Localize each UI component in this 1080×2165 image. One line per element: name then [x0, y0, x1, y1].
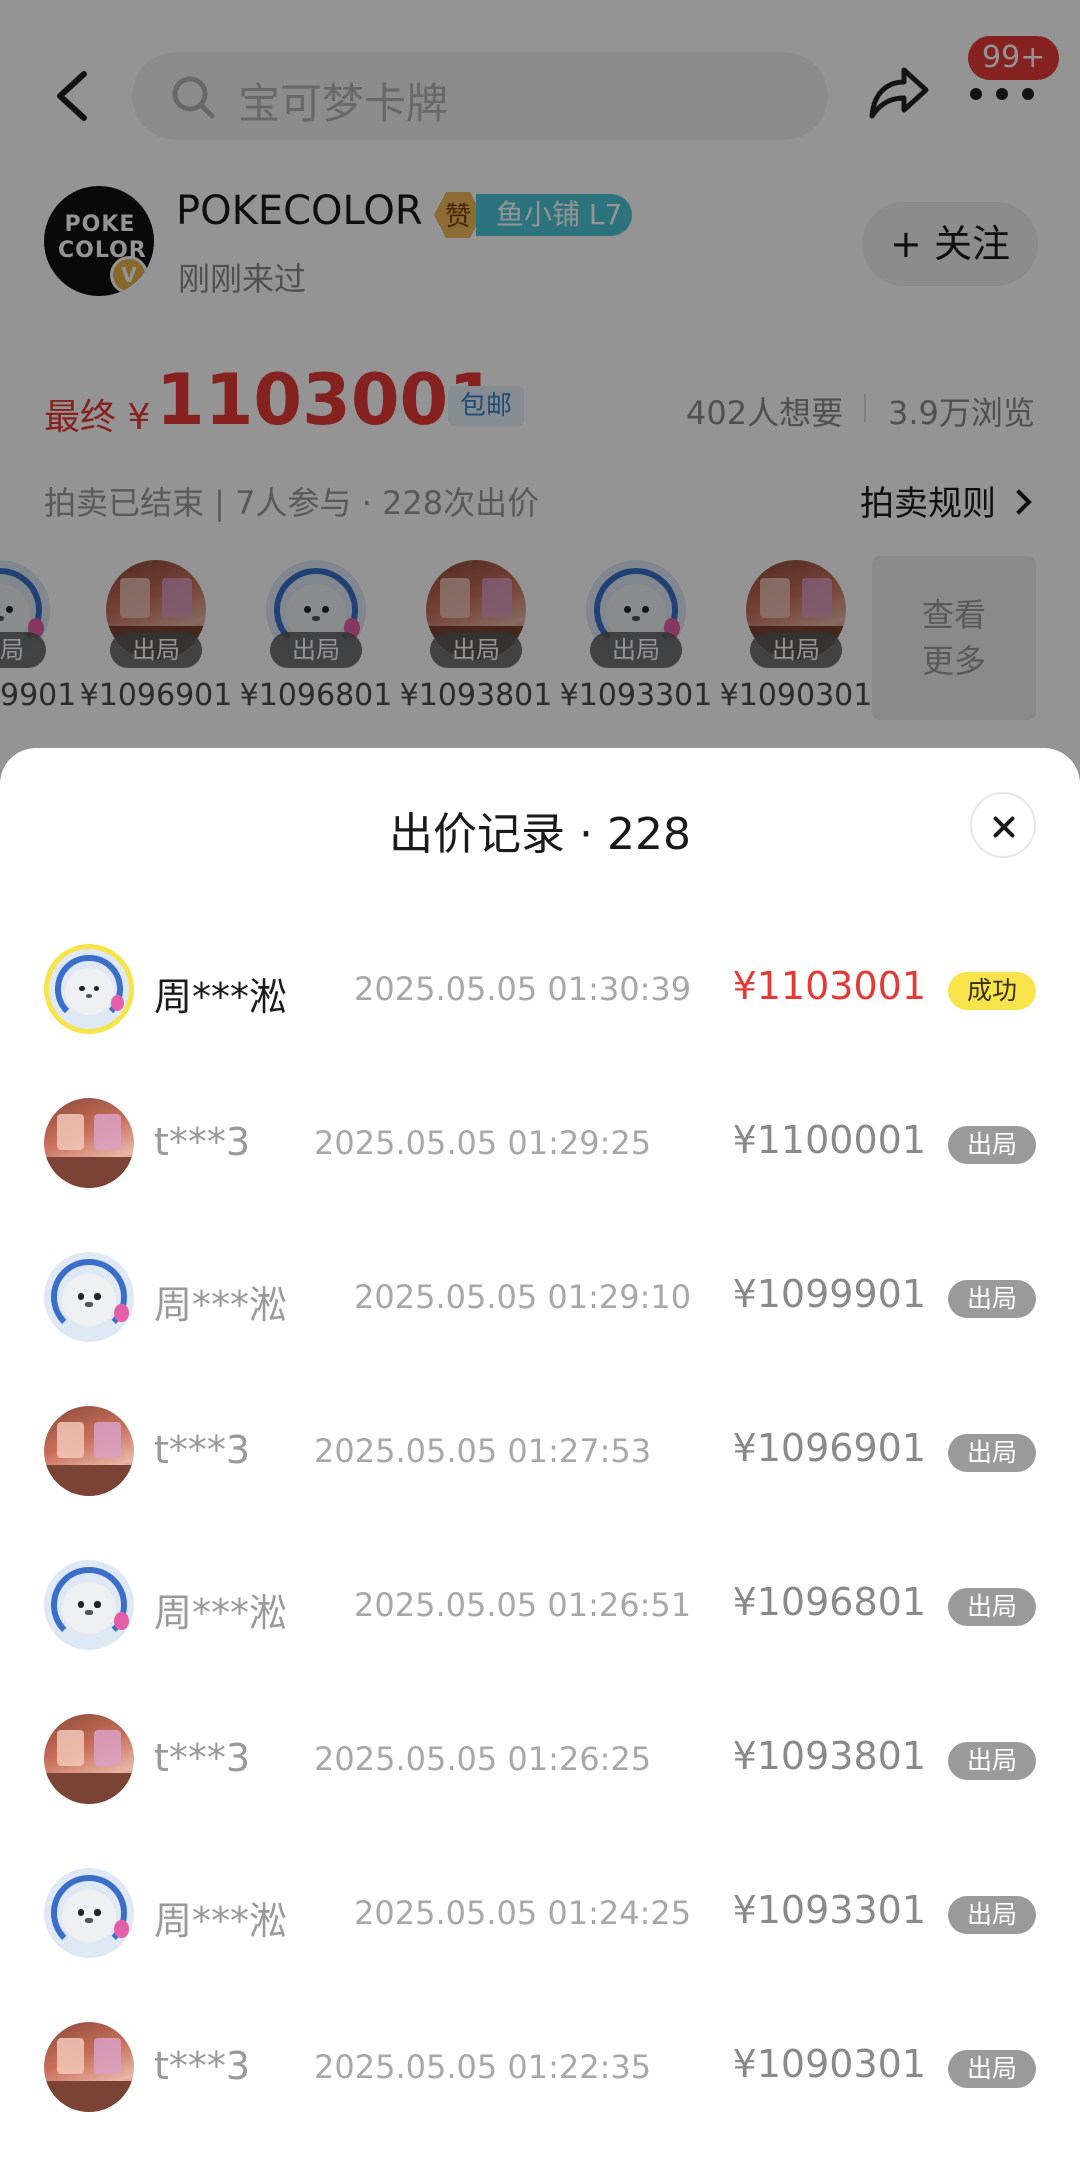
- bid-amount: ¥1090301: [732, 2042, 926, 2086]
- bid-amount: ¥1093801: [732, 1734, 926, 1778]
- bidder-avatar: [44, 1714, 134, 1804]
- bid-time: 2025.05.05 01:29:25: [314, 1124, 652, 1162]
- bid-time: 2025.05.05 01:27:53: [314, 1432, 652, 1470]
- bid-amount: ¥1099901: [732, 1272, 926, 1316]
- bid-amount: ¥1100001: [732, 1118, 926, 1162]
- bid-amount: ¥1096901: [732, 1426, 926, 1470]
- bid-amount: ¥1096801: [732, 1580, 926, 1624]
- status-badge: 出局: [948, 1126, 1036, 1164]
- status-badge: 出局: [948, 1742, 1036, 1780]
- bidder-name: 周***淞: [154, 975, 288, 1019]
- bid-row[interactable]: t***3 2025.05.05 01:26:25 ¥1093801 出局: [0, 1684, 1080, 1838]
- bid-time: 2025.05.05 01:26:25: [314, 1740, 652, 1778]
- bid-amount: ¥1103001: [732, 964, 926, 1008]
- bid-row[interactable]: 周***淞 2025.05.05 01:29:10 ¥1099901 出局: [0, 1222, 1080, 1376]
- sheet-title: 出价记录 · 228: [389, 809, 691, 860]
- bidder-avatar: [44, 1560, 134, 1650]
- bid-time: 2025.05.05 01:30:39: [354, 970, 692, 1008]
- bidder-name: 周***淞: [154, 1591, 288, 1635]
- bid-time: 2025.05.05 01:26:51: [354, 1586, 692, 1624]
- bidder-avatar: [44, 1098, 134, 1188]
- bid-row[interactable]: 周***淞 2025.05.05 01:26:51 ¥1096801 出局: [0, 1530, 1080, 1684]
- status-badge: 出局: [948, 1588, 1036, 1626]
- bidder-avatar: [44, 1252, 134, 1342]
- status-badge: 成功: [948, 972, 1036, 1010]
- close-button[interactable]: [970, 792, 1036, 858]
- bid-time: 2025.05.05 01:24:25: [354, 1894, 692, 1932]
- bid-amount: ¥1093301: [732, 1888, 926, 1932]
- bid-row[interactable]: t***3 2025.05.05 01:22:35 ¥1090301 出局: [0, 1992, 1080, 2146]
- bidder-avatar: [44, 944, 134, 1034]
- bidder-avatar: [44, 1406, 134, 1496]
- bidder-avatar: [44, 1868, 134, 1958]
- bid-row[interactable]: t***3 2025.05.05 01:27:53 ¥1096901 出局: [0, 1376, 1080, 1530]
- bid-history-sheet: 出价记录 · 228 周***淞 2025.05.05 01:30:39 ¥11…: [0, 748, 1080, 2165]
- bidder-name: t***3: [154, 1428, 251, 1472]
- bidder-name: 周***淞: [154, 1899, 288, 1943]
- status-badge: 出局: [948, 1434, 1036, 1472]
- bid-time: 2025.05.05 01:22:35: [314, 2048, 652, 2086]
- bid-row[interactable]: 周***淞 2025.05.05 01:30:39 ¥1103001 成功: [0, 914, 1080, 1068]
- bidder-name: t***3: [154, 1120, 251, 1164]
- bid-row[interactable]: t***3 2025.05.05 01:29:25 ¥1100001 出局: [0, 1068, 1080, 1222]
- bidder-avatar: [44, 2022, 134, 2112]
- status-badge: 出局: [948, 1896, 1036, 1934]
- bidder-name: 周***淞: [154, 1283, 288, 1327]
- bid-row[interactable]: 周***淞 2025.05.05 01:24:25 ¥1093301 出局: [0, 1838, 1080, 1992]
- bid-time: 2025.05.05 01:29:10: [354, 1278, 692, 1316]
- bidder-name: t***3: [154, 1736, 251, 1780]
- status-badge: 出局: [948, 2050, 1036, 2088]
- status-badge: 出局: [948, 1280, 1036, 1318]
- bidder-name: t***3: [154, 2044, 251, 2088]
